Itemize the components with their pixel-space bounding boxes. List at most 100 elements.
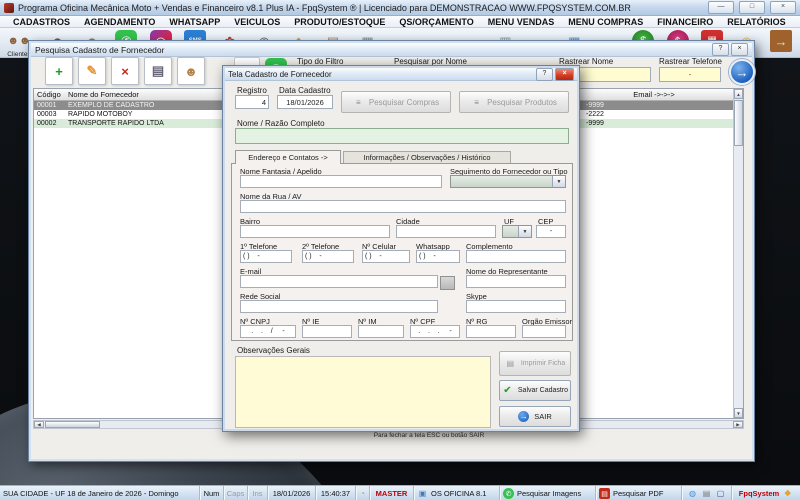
brand-label: FpqSystem [739,489,779,498]
track-phone-input[interactable]: - [659,67,721,82]
pesquisar-compras-button[interactable]: ≡Pesquisar Compras [341,91,451,113]
search-help-button[interactable]: ? [712,43,729,56]
printer-icon[interactable]: ▤ [701,488,712,499]
rede-social-input[interactable] [240,300,438,313]
hscroll-thumb[interactable] [45,421,100,428]
brand-icon: ❖ [782,488,793,499]
nome-razao-input[interactable] [235,128,569,144]
status-brand: FpqSystem❖ [732,486,800,500]
chevron-down-icon[interactable]: ▼ [518,226,531,237]
observacoes-textarea[interactable] [235,356,491,428]
orgao-emissor-input[interactable] [522,325,566,338]
go-search-button[interactable]: → [729,59,755,85]
menu-relatorios[interactable]: RELATÓRIOS [720,17,792,27]
nome-fantasia-input[interactable] [240,175,442,188]
globe-icon[interactable]: ◍ [687,488,698,499]
rg-input[interactable] [466,325,516,338]
app-title: Programa Oficina Mecânica Moto + Vendas … [18,3,703,13]
menubar: CADASTROS AGENDAMENTO WHATSAPP VEICULOS … [0,16,800,28]
cell-code: 00001 [37,101,56,110]
menu-os-orcamento[interactable]: QS/ORÇAMENTO [392,17,480,27]
rua-input[interactable] [240,200,566,213]
status-pesquisar-pdf[interactable]: ▤Pesquisar PDF [596,486,682,500]
status-time: 15:40:37 [316,486,356,500]
menu-cadastros[interactable]: CADASTROS [6,17,77,27]
menu-vendas[interactable]: MENU VENDAS [481,17,562,27]
supplier-form-window: Tela Cadastro de Fornecedor ? × Registro… [222,65,580,432]
monitor-icon[interactable]: ▢ [715,488,726,499]
minimize-button[interactable]: — [708,1,734,14]
form-close-button[interactable]: × [555,68,574,81]
chevron-down-icon[interactable]: ▼ [552,176,565,187]
menu-produto-estoque[interactable]: PRODUTO/ESTOQUE [287,17,392,27]
status-num: Num [200,486,224,500]
form-help-button[interactable]: ? [536,68,553,81]
menu-financeiro[interactable]: FINANCEIRO [650,17,720,27]
status-tools: ◍▤▢ [682,486,732,500]
uf-dropdown[interactable]: ▼ [502,225,532,238]
menu-veiculos[interactable]: VEICULOS [227,17,287,27]
cpf-input[interactable]: . . . - [410,325,460,338]
check-icon: ✔ [502,385,513,396]
status-pesquisar-imagens[interactable]: ✆Pesquisar Imagens [500,486,596,500]
col-email[interactable]: Email ->->-> [594,89,714,100]
close-button[interactable]: × [770,1,796,14]
celular-input[interactable]: ( ) - [362,250,410,263]
email-input[interactable] [240,275,438,288]
cidade-input[interactable] [396,225,496,238]
pesquisar-produtos-button[interactable]: ≡Pesquisar Produtos [459,91,569,113]
registro-field[interactable]: 4 [235,95,269,109]
scroll-left-icon[interactable]: ◀ [34,421,44,428]
new-record-button[interactable]: + [45,57,73,85]
bairro-input[interactable] [240,225,390,238]
menu-agendamento[interactable]: AGENDAMENTO [77,17,162,27]
representante-input[interactable] [466,275,566,288]
menu-estatistica[interactable]: ESTATISTICA [793,17,800,27]
edit-record-button[interactable]: ✎ [78,57,106,85]
data-cadastro-field[interactable]: 18/01/2026 [277,95,333,109]
status-os-label: OS OFICINA 8.1 [431,489,486,498]
printer-icon: ▤ [505,358,516,369]
skype-input[interactable] [466,300,566,313]
track-phone-label: Rastrear Telefone [659,57,722,66]
status-os[interactable]: ▣OS OFICINA 8.1 [414,486,500,500]
cep-input[interactable]: - [536,225,566,238]
im-input[interactable] [358,325,404,338]
search-close-button[interactable]: × [731,43,748,56]
restore-button[interactable]: □ [739,1,765,14]
contacts-button[interactable]: ☻ [177,57,205,85]
col-name[interactable]: Nome do Fornecedor [68,89,139,100]
list-icon: ≡ [353,97,364,108]
cnpj-input[interactable]: . . / - [240,325,296,338]
telefone2-input[interactable]: ( ) - [302,250,354,263]
telefone1-input[interactable]: ( ) - [240,250,292,263]
pesquisar-produtos-label: Pesquisar Produtos [487,98,557,107]
scroll-down-icon[interactable]: ▼ [734,408,743,418]
print-list-button[interactable]: ▤ [144,57,172,85]
alarm-icon: ◔ [357,488,368,499]
tab-endereco-contatos[interactable]: Endereço e Contatos -> [235,150,341,164]
ie-input[interactable] [302,325,352,338]
delete-record-button[interactable]: × [111,57,139,85]
col-code[interactable]: Código [37,89,61,100]
email-lookup-button[interactable] [440,276,455,290]
imprimir-ficha-button[interactable]: ▤Imprimir Ficha [499,351,571,376]
cell-phone: -9999 [586,119,604,128]
data-cadastro-label: Data Cadastro [279,86,331,95]
whatsapp-input[interactable]: ( ) - [416,250,460,263]
salvar-cadastro-button[interactable]: ✔Salvar Cadastro [499,380,571,401]
vertical-scrollbar[interactable]: ▲ ▼ [733,89,743,418]
menu-compras[interactable]: MENU COMPRAS [561,17,650,27]
cell-name: RAPIDO MOTOBOY [68,110,132,119]
statusbar: SUA CIDADE - UF 18 de Janeiro de 2026 - … [0,485,800,500]
sair-button[interactable]: →SAIR [499,406,571,427]
cell-name: TRANSPORTE RAPIDO LTDA [68,119,164,128]
scroll-right-icon[interactable]: ▶ [733,421,743,428]
sair-label: SAIR [534,412,552,421]
complemento-input[interactable] [466,250,566,263]
seguimento-dropdown[interactable]: ▼ [450,175,566,188]
menu-whatsapp[interactable]: WHATSAPP [162,17,227,27]
scroll-up-icon[interactable]: ▲ [734,89,743,99]
scroll-thumb[interactable] [734,100,743,146]
exit-door-icon[interactable]: → [770,30,792,52]
